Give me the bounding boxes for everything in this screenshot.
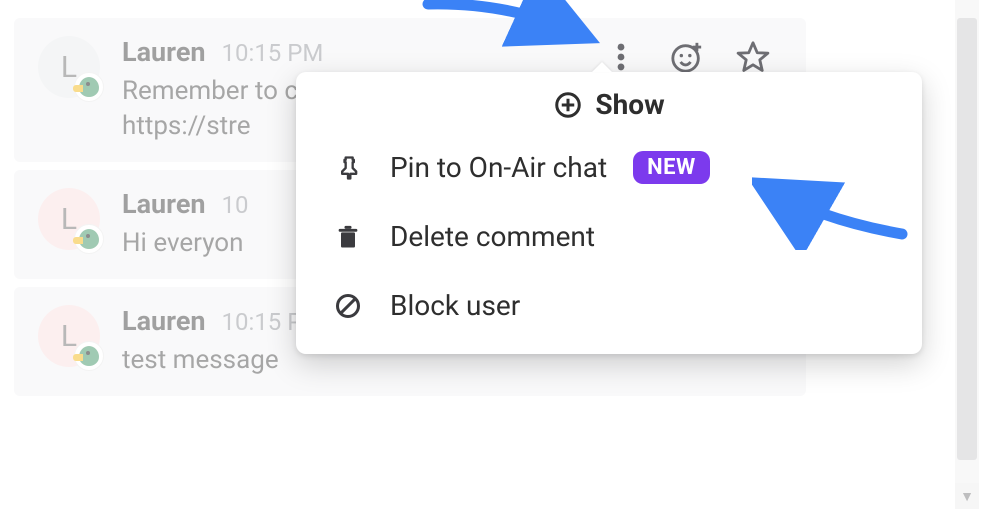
author-name: Lauren bbox=[122, 188, 206, 220]
platform-badge bbox=[74, 224, 104, 254]
scroll-down-button[interactable]: ▼ bbox=[955, 483, 979, 509]
menu-item-block[interactable]: Block user bbox=[296, 271, 922, 340]
message-time: 10 bbox=[222, 191, 249, 219]
menu-item-label: Pin to On-Air chat bbox=[390, 151, 607, 184]
author-name: Lauren bbox=[122, 36, 206, 68]
message-time: 10:15 PM bbox=[222, 39, 324, 67]
react-emoji-icon[interactable] bbox=[668, 38, 706, 76]
platform-badge bbox=[74, 72, 104, 102]
scrollbar-thumb[interactable] bbox=[957, 18, 977, 460]
new-badge: NEW bbox=[633, 151, 710, 184]
block-icon bbox=[332, 292, 364, 320]
message-actions bbox=[602, 38, 772, 76]
avatar: L bbox=[38, 36, 100, 98]
avatar: L bbox=[38, 305, 100, 367]
star-icon[interactable] bbox=[734, 38, 772, 76]
author-name: Lauren bbox=[122, 305, 206, 337]
pin-icon bbox=[332, 154, 364, 182]
menu-show-toggle[interactable]: Show bbox=[296, 82, 922, 133]
message-context-menu: Show Pin to On-Air chat NEW Delete comme… bbox=[296, 72, 922, 354]
trash-icon bbox=[332, 223, 364, 251]
menu-item-label: Block user bbox=[390, 289, 520, 322]
menu-item-delete[interactable]: Delete comment bbox=[296, 202, 922, 271]
menu-item-label: Delete comment bbox=[390, 220, 595, 253]
menu-item-pin[interactable]: Pin to On-Air chat NEW bbox=[296, 133, 922, 202]
avatar: L bbox=[38, 188, 100, 250]
show-label: Show bbox=[595, 88, 664, 121]
platform-badge bbox=[74, 341, 104, 371]
